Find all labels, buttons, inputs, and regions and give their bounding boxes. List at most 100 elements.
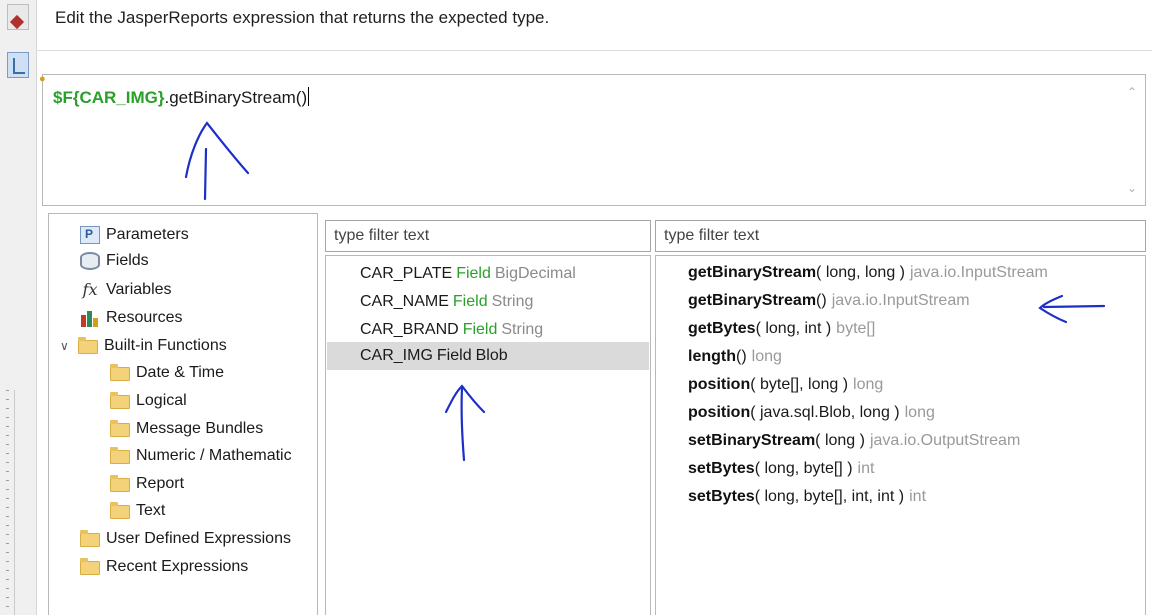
- fields-filter-input[interactable]: type filter text: [325, 220, 651, 252]
- method-return-type: java.io.InputStream: [831, 292, 970, 309]
- field-type: String: [501, 321, 544, 338]
- tree-item-date-time[interactable]: Date & Time: [110, 360, 224, 386]
- tree-item-label: Message Bundles: [136, 420, 264, 437]
- method-name: getBinaryStream: [688, 264, 817, 281]
- left-toolbar-strip: [0, 0, 37, 615]
- method-return-type: long: [853, 376, 884, 393]
- tree-item-user-defined[interactable]: User Defined Expressions: [80, 526, 291, 552]
- method-name: setBinaryStream: [688, 432, 816, 449]
- tree-item-parameters[interactable]: Parameters: [80, 222, 189, 248]
- tree-item-label: Built-in Functions: [104, 337, 227, 354]
- method-name: getBinaryStream: [688, 292, 817, 309]
- tree-item-label: Date & Time: [136, 364, 225, 381]
- method-name: position: [688, 404, 751, 421]
- tree-item-recent[interactable]: Recent Expressions: [80, 554, 248, 580]
- method-name: setBytes: [688, 488, 755, 505]
- text-caret: [308, 87, 310, 106]
- lightbulb-icon: ●: [39, 73, 46, 85]
- method-item[interactable]: position( byte[], long ) long: [688, 371, 883, 399]
- method-args: ( long ): [815, 432, 865, 449]
- method-name: setBytes: [688, 460, 755, 477]
- field-type: Blob: [475, 347, 508, 364]
- method-item[interactable]: setBytes( long, byte[] ) int: [688, 455, 874, 483]
- method-item[interactable]: length() long: [688, 343, 782, 371]
- method-return-type: byte[]: [836, 320, 876, 337]
- tree-item-label: Text: [136, 502, 166, 519]
- folder-icon: [80, 558, 100, 575]
- folder-icon: [80, 530, 100, 547]
- tree-item-fields[interactable]: Fields: [80, 248, 149, 274]
- database-icon: [80, 252, 100, 270]
- tree-item-numeric[interactable]: Numeric / Mathematic: [110, 443, 316, 469]
- field-keyword: Field: [462, 321, 498, 338]
- method-return-type: int: [857, 460, 875, 477]
- folder-icon: [110, 475, 130, 492]
- method-return-type: long: [751, 348, 782, 365]
- tree-item-label: Fields: [106, 252, 149, 269]
- fields-list[interactable]: CAR_PLATE Field BigDecimal CAR_NAME Field St…: [325, 255, 651, 615]
- method-args: ( long, long ): [816, 264, 905, 281]
- method-args: ( long, int ): [755, 320, 832, 337]
- list-item-car-name[interactable]: CAR_NAME Field String: [327, 288, 649, 316]
- expression-method-call: .getBinaryStream(): [164, 88, 308, 107]
- field-keyword: Field: [456, 265, 491, 282]
- tree-item-variables[interactable]: fx Variables: [80, 277, 172, 303]
- method-item[interactable]: getBytes( long, int ) byte[]: [688, 315, 875, 343]
- tree-item-label: User Defined Expressions: [106, 530, 291, 547]
- field-type: BigDecimal: [494, 265, 576, 282]
- report-icon[interactable]: [7, 4, 29, 30]
- tree-item-builtin-functions[interactable]: ∨ Built-in Functions: [60, 333, 227, 359]
- method-item[interactable]: getBinaryStream( long, long ) java.io.Inp…: [688, 259, 1048, 287]
- method-args: ( long, byte[], int, int ): [754, 488, 905, 505]
- method-return-type: long: [904, 404, 935, 421]
- scroll-down-icon[interactable]: ⌄: [1127, 181, 1137, 195]
- method-args: ( java.sql.Blob, long ): [750, 404, 900, 421]
- tree-item-label: Logical: [136, 392, 187, 409]
- field-keyword: Field: [436, 347, 472, 364]
- method-args: (): [736, 348, 747, 365]
- tree-item-label: Numeric / Mathematic: [136, 447, 292, 464]
- tree-item-resources[interactable]: Resources: [80, 305, 182, 331]
- tree-item-label: Resources: [106, 309, 183, 326]
- method-name: length: [688, 348, 736, 365]
- list-item-car-img-selected[interactable]: CAR_IMG Field Blob: [327, 342, 649, 370]
- field-type: String: [491, 293, 534, 310]
- chevron-down-icon[interactable]: ∨: [60, 339, 74, 353]
- method-return-type: java.io.InputStream: [909, 264, 1048, 281]
- vertical-ruler: [0, 390, 15, 615]
- folder-icon: [110, 420, 130, 437]
- expression-editor-icon[interactable]: [7, 52, 29, 78]
- list-item-car-plate[interactable]: CAR_PLATE Field BigDecimal: [327, 260, 649, 288]
- method-name: position: [688, 376, 751, 393]
- folder-icon: [78, 337, 98, 354]
- tree-item-message-bundles[interactable]: Message Bundles: [110, 416, 263, 442]
- folder-icon: [110, 502, 130, 519]
- list-item-car-brand[interactable]: CAR_BRAND Field String: [327, 316, 649, 344]
- resources-icon: [80, 309, 100, 327]
- expression-editor[interactable]: ● $F{CAR_IMG}.getBinaryStream() ⌃ ⌄: [39, 73, 1146, 206]
- tree-item-label: Variables: [106, 281, 172, 298]
- parameters-icon: [80, 226, 100, 244]
- methods-filter-input[interactable]: type filter text: [655, 220, 1146, 252]
- method-args: ( long, byte[] ): [754, 460, 853, 477]
- expression-text[interactable]: $F{CAR_IMG}.getBinaryStream(): [53, 87, 310, 108]
- tree-item-label: Recent Expressions: [106, 558, 249, 575]
- method-item[interactable]: getBinaryStream() java.io.InputStream: [688, 287, 970, 315]
- field-name: CAR_BRAND: [360, 321, 459, 338]
- method-return-type: int: [909, 488, 927, 505]
- method-name: getBytes: [688, 320, 756, 337]
- method-args: (): [816, 292, 827, 309]
- dialog-instruction: Edit the JasperReports expression that r…: [55, 8, 550, 27]
- tree-item-text[interactable]: Text: [110, 498, 165, 524]
- field-name: CAR_IMG: [360, 347, 433, 364]
- method-item[interactable]: position( java.sql.Blob, long ) long: [688, 399, 935, 427]
- method-return-type: java.io.OutputStream: [869, 432, 1021, 449]
- tree-item-logical[interactable]: Logical: [110, 388, 187, 414]
- method-item[interactable]: setBinaryStream( long ) java.io.OutputStr…: [688, 427, 1020, 455]
- header-divider: [36, 50, 1152, 51]
- tree-item-report[interactable]: Report: [110, 471, 184, 497]
- field-keyword: Field: [452, 293, 488, 310]
- method-item[interactable]: setBytes( long, byte[], int, int ) int: [688, 483, 926, 511]
- field-name: CAR_PLATE: [360, 265, 453, 282]
- scroll-up-icon[interactable]: ⌃: [1127, 85, 1137, 99]
